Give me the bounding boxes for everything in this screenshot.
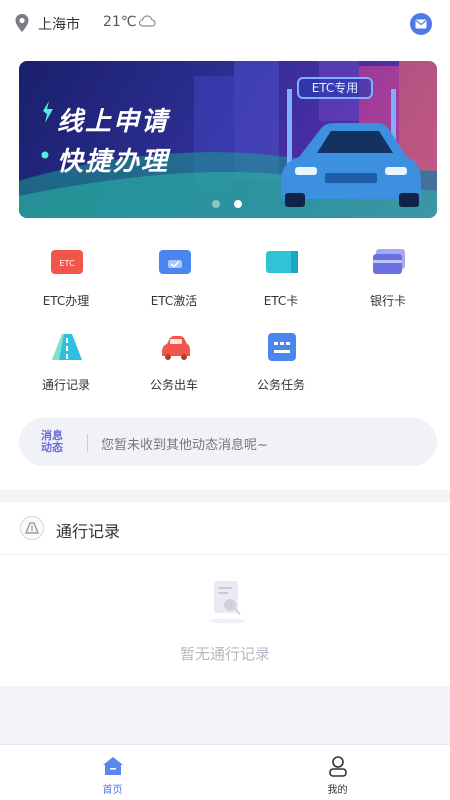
- banner-headline-1: 线上申请: [57, 107, 170, 137]
- menu-label: ETC办理: [42, 294, 90, 308]
- promo-banner[interactable]: 线上申请 快捷办理 ETC专用: [19, 61, 437, 218]
- menu-official-task[interactable]: 公务任务: [231, 332, 331, 402]
- message-button[interactable]: [410, 13, 432, 35]
- carousel-dot-1[interactable]: [212, 200, 220, 208]
- menu-label: 银行卡: [369, 294, 406, 308]
- car-icon: [162, 336, 190, 360]
- nav-home[interactable]: 首页: [0, 745, 225, 800]
- empty-records-text: 暂无通行记录: [179, 645, 270, 663]
- menu-official-car[interactable]: 公务出车: [124, 332, 224, 402]
- etc-card-icon: [266, 251, 298, 273]
- menu-label: 公务出车: [149, 378, 198, 392]
- mail-icon: [415, 19, 427, 29]
- menu-label: ETC激活: [150, 294, 198, 308]
- menu-travel-records[interactable]: 通行记录: [16, 332, 116, 402]
- records-title[interactable]: 通行记录: [56, 518, 120, 542]
- road-glyph: [25, 522, 39, 534]
- top-bar: 上海市 21℃: [0, 0, 450, 48]
- home-icon: [103, 757, 123, 775]
- banner-headline-2: 快捷办理: [57, 147, 170, 177]
- etc-dedicated-tag: ETC专用: [297, 77, 373, 99]
- banner-illustration: [19, 61, 437, 218]
- records-divider: [0, 554, 450, 555]
- notice-divider: [87, 434, 88, 452]
- nav-me[interactable]: 我的: [225, 745, 450, 800]
- message-notice-bar[interactable]: 消息 动态 您暂未收到其他动态消息呢~: [19, 418, 437, 466]
- message-feed-tag-line2: 动态: [41, 441, 63, 454]
- nav-me-label: 我的: [327, 785, 348, 796]
- bank-card-icon: [373, 249, 405, 274]
- nav-home-label: 首页: [102, 785, 123, 796]
- road-icon: [52, 334, 82, 360]
- carousel-dot-2[interactable]: [234, 200, 242, 208]
- empty-document-icon: [209, 581, 245, 624]
- temperature-label: 21℃: [103, 14, 137, 30]
- cloud-icon: [138, 15, 156, 27]
- menu-bank-card[interactable]: 银行卡: [338, 248, 438, 318]
- menu-label: 通行记录: [41, 378, 90, 392]
- map-pin-icon[interactable]: [14, 13, 30, 33]
- user-icon: [329, 756, 347, 777]
- bottom-nav: 首页 我的: [0, 744, 450, 800]
- etc-apply-icon: ETC: [51, 250, 83, 274]
- svg-text:ETC: ETC: [59, 259, 74, 268]
- etc-activate-icon: [159, 250, 191, 274]
- menu-label: 公务任务: [256, 378, 305, 392]
- menu-label: ETC卡: [263, 294, 299, 308]
- city-label[interactable]: 上海市: [38, 14, 80, 34]
- task-icon: [268, 333, 296, 361]
- road-icon: [20, 516, 44, 540]
- message-feed-tag: 消息 动态: [41, 430, 69, 454]
- menu-etc-activate[interactable]: ETC激活: [124, 248, 224, 318]
- notice-text: 您暂未收到其他动态消息呢~: [101, 438, 268, 453]
- menu-etc-card[interactable]: ETC卡: [231, 248, 331, 318]
- menu-etc-apply[interactable]: ETC ETC办理: [16, 248, 116, 318]
